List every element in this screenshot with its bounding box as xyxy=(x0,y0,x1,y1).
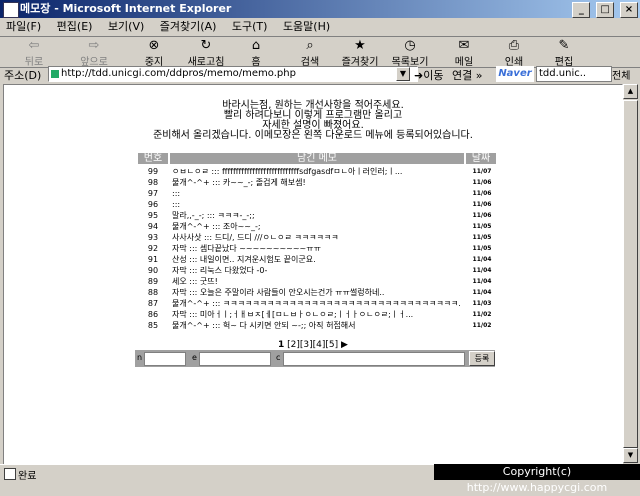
menu-favorites[interactable]: 즐겨찾기(A) xyxy=(154,18,223,36)
address-url: http://tdd.unicgi.com/ddpros/memo/memo.p… xyxy=(61,68,296,79)
menu-bar: 파일(F) 편집(E) 보기(V) 즐겨찾기(A) 도구(T) 도움말(H) xyxy=(0,18,640,37)
page-link-2[interactable]: [2] xyxy=(287,340,300,350)
page-status-icon xyxy=(4,468,16,480)
printer-icon: ⎙ xyxy=(508,38,520,53)
history-icon: ◷ xyxy=(404,38,416,53)
app-icon xyxy=(3,2,19,18)
intro-line: 준비해서 올리겠습니다. 이메모장은 왼쪽 다운로드 메뉴에 등록되어있습니다. xyxy=(153,130,473,141)
address-bar: 주소(D) http://tdd.unicgi.com/ddpros/memo/… xyxy=(0,66,640,82)
table-row: 95 말라,,-_-; ::: ㅋㅋㅋ-_-;; 11/06 xyxy=(147,211,492,220)
address-input[interactable]: http://tdd.unicgi.com/ddpros/memo/memo.p… xyxy=(48,66,418,82)
vertical-scrollbar[interactable]: ▲ ▼ xyxy=(623,84,638,463)
table-row: 93 사사사삿 ::: 드디/, 드디 ///ㅇㄴㅇㄹ ㅋㅋㅋㅋㅋㅋ 11/05 xyxy=(147,233,492,242)
name-label: n xyxy=(137,353,143,362)
search-button[interactable]: ⌕ 검색 xyxy=(286,38,334,69)
refresh-button[interactable]: ↻ 새로고침 xyxy=(182,38,230,69)
table-row: 92 자막 ::: 셈다끝났다 ~~~~~~~~~~ㅠㅠ 11/05 xyxy=(147,244,492,253)
email-label: e xyxy=(192,353,197,362)
page-current: 1 xyxy=(278,340,285,350)
home-button[interactable]: ⌂ 홈 xyxy=(232,38,280,69)
menu-file[interactable]: 파일(F) xyxy=(0,18,47,36)
table-row: 88 자막 ::: 오늘은 주말이라 사람들이 안오시는건가 ㅠㅠ썰렁하네.. 11… xyxy=(147,288,492,297)
forward-button[interactable]: ⇨ 앞으로 xyxy=(70,38,118,69)
favorites-button[interactable]: ★ 즐겨찾기 xyxy=(336,38,384,69)
table-row: 86 자막 ::: 미아ㅓㅣ;ㅓㅐㅂㅈ[ㅔ[ㅁㄴㅂㅏㅇㄴㅇㄹ;ㅣㅓㅏㅇㄴㅇㄹ;ㅣㅓ… xyxy=(147,310,492,319)
table-row: 91 산성 ::: 내일이면.. 지겨운시험도 끝이군요. 11/04 xyxy=(147,255,492,264)
submit-button[interactable]: 등록 xyxy=(469,351,495,366)
stop-icon: ⊗ xyxy=(148,38,160,53)
page-link-4[interactable]: [4] xyxy=(313,340,326,350)
mail-button[interactable]: ✉ 메일 xyxy=(440,38,488,69)
maximize-button[interactable]: □ xyxy=(596,2,615,18)
email-input[interactable] xyxy=(199,352,271,366)
close-button[interactable]: × xyxy=(620,2,638,18)
menu-view[interactable]: 보기(V) xyxy=(102,18,150,36)
window-title: 메모장 - Microsoft Internet Explorer xyxy=(20,2,232,15)
table-row: 94 물개^-^+ ::: 조아~~_-; 11/05 xyxy=(147,222,492,231)
toolbar: ⇦ 뒤로 ⇨ 앞으로 ⊗ 중지 ↻ 새로고침 ⌂ 홈 ⌕ 검색 ★ 즐겨찾기 ◷… xyxy=(0,36,640,68)
history-button[interactable]: ◷ 목록보기 xyxy=(386,38,434,69)
table-row: 87 물개^-^+ ::: ㅋㅋㅋㅋㅋㅋㅋㅋㅋㅋㅋㅋㅋㅋㅋㅋㅋㅋㅋㅋㅋㅋㅋㅋㅋㅋㅋ… xyxy=(147,299,492,308)
header-number: 번호 xyxy=(138,153,168,164)
table-row: 90 자막 ::: 리눅스 다왔었다 -0- 11/04 xyxy=(147,266,492,275)
page-link-5[interactable]: [5] xyxy=(325,340,338,350)
favorites-folder-icon: ★ xyxy=(354,38,366,53)
content-label: c xyxy=(276,353,281,362)
header-memo: 남긴 메모 xyxy=(170,153,464,164)
table-row: 85 물개^-^+ ::: 헉~ 다 시키면 안되 ~-;; 아직 허접해서 11/… xyxy=(147,321,492,330)
table-row: 99 ㅇㅂㄴㅇㄹ ::: ffffffffffffffffffffffffffff… xyxy=(147,167,492,176)
memo-form: n e c xyxy=(135,350,495,367)
edit-button[interactable]: ✎ 편집 xyxy=(540,38,588,69)
back-button[interactable]: ⇦ 뒤로 xyxy=(10,38,58,69)
naver-logo: Naver xyxy=(496,66,534,82)
refresh-icon: ↻ xyxy=(200,38,212,53)
table-row: 89 세오 ::: 굿뜨! 11/04 xyxy=(147,277,492,286)
edit-icon: ✎ xyxy=(558,38,570,53)
page-icon xyxy=(51,70,59,78)
table-row: 98 물개^-^+ ::: 카~~_-; 졸겁게 해보셈! 11/06 xyxy=(147,178,492,187)
mail-icon: ✉ xyxy=(458,38,470,53)
forward-arrow-icon: ⇨ xyxy=(88,38,100,53)
go-button[interactable]: ➜이동 xyxy=(414,67,443,83)
minimize-button[interactable]: _ xyxy=(572,2,591,18)
scroll-up-icon[interactable]: ▲ xyxy=(623,84,638,99)
page-link-3[interactable]: [3] xyxy=(300,340,313,350)
go-arrow-icon: ➜ xyxy=(414,69,424,82)
stop-button[interactable]: ⊗ 중지 xyxy=(130,38,178,69)
naver-search-input[interactable]: tdd.unic.. xyxy=(536,66,612,82)
home-icon: ⌂ xyxy=(251,38,261,53)
table-row: 97::: 11/06 xyxy=(147,189,492,198)
scroll-thumb[interactable] xyxy=(623,100,638,448)
search-icon: ⌕ xyxy=(306,38,314,53)
intro-text: 바라시는점, 원하는 개선사항을 적어주세요. 빨리 하려다보니 이렇게 프로그… xyxy=(4,101,622,141)
name-input[interactable] xyxy=(144,352,186,366)
print-button[interactable]: ⎙ 인쇄 xyxy=(490,38,538,69)
links-button[interactable]: 연결 » xyxy=(452,67,482,83)
menu-edit[interactable]: 편집(E) xyxy=(51,18,99,36)
address-label: 주소(D) xyxy=(4,69,42,82)
title-bar: 메모장 - Microsoft Internet Explorer _ □ × xyxy=(0,0,640,18)
next-page-icon[interactable]: ▶ xyxy=(341,340,348,350)
scroll-down-icon[interactable]: ▼ xyxy=(623,448,638,463)
menu-help[interactable]: 도움말(H) xyxy=(277,18,336,36)
content-input[interactable] xyxy=(283,352,465,366)
menu-tools[interactable]: 도구(T) xyxy=(226,18,274,36)
address-dropdown-icon[interactable]: ▼ xyxy=(396,67,410,81)
page-content: 바라시는점, 원하는 개선사항을 적어주세요. 빨리 하려다보니 이렇게 프로그… xyxy=(3,84,623,465)
table-row: 96::: 11/06 xyxy=(147,200,492,209)
back-arrow-icon: ⇦ xyxy=(28,38,40,53)
header-date: 날짜 xyxy=(466,153,496,164)
copyright-banner: Copyright(c) http://www.happycgi.com xyxy=(434,464,640,494)
fullview-button[interactable]: 전체 xyxy=(612,67,630,82)
